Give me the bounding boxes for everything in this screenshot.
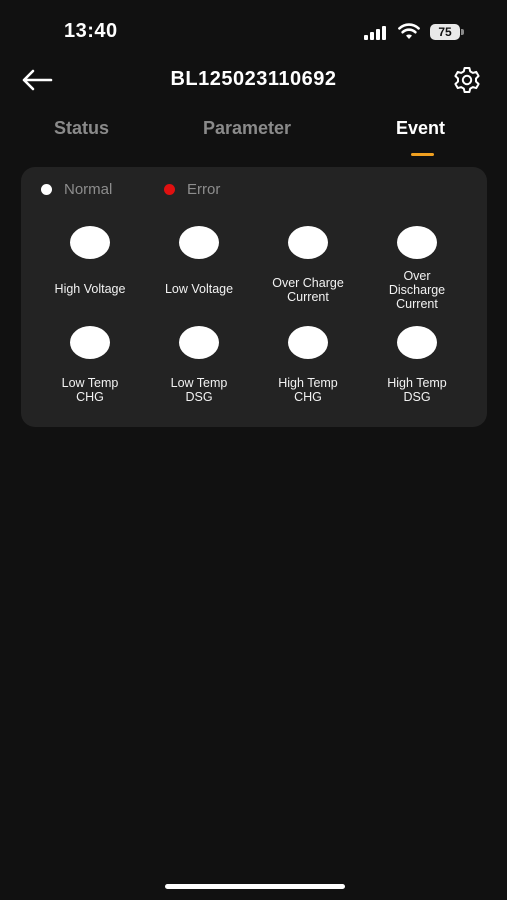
normal-dot-icon <box>41 184 52 195</box>
event-label: Over Discharge Current <box>388 269 446 311</box>
legend-normal: Normal <box>41 181 112 198</box>
home-indicator[interactable] <box>165 884 345 889</box>
legend-error: Error <box>164 181 220 198</box>
error-dot-icon <box>164 184 175 195</box>
event-low-temp-chg: Low Temp CHG <box>40 326 140 404</box>
tab-status[interactable]: Status <box>54 118 109 139</box>
event-card: Normal Error High Voltage Low Voltage Ov… <box>21 167 487 427</box>
event-label: High Temp CHG <box>278 376 338 404</box>
status-bar: 13:40 75 <box>0 0 507 60</box>
status-time: 13:40 <box>64 20 118 42</box>
gear-icon[interactable] <box>452 65 482 95</box>
status-indicator <box>397 226 437 259</box>
status-indicator <box>397 326 437 359</box>
battery-icon: 75 <box>430 24 464 40</box>
event-over-charge-current: Over Charge Current <box>258 226 358 304</box>
event-low-temp-dsg: Low Temp DSG <box>149 326 249 404</box>
tab-event[interactable]: Event <box>396 118 445 139</box>
active-tab-indicator <box>411 153 434 156</box>
legend-error-label: Error <box>187 181 221 198</box>
legend-normal-label: Normal <box>64 181 113 198</box>
event-label: Over Charge Current <box>272 276 344 304</box>
event-label: Low Temp DSG <box>170 376 228 404</box>
tab-bar: Status Parameter Event <box>0 118 507 162</box>
event-high-voltage: High Voltage <box>40 226 140 296</box>
status-indicator <box>179 226 219 259</box>
event-high-temp-dsg: High Temp DSG <box>367 326 467 404</box>
event-low-voltage: Low Voltage <box>149 226 249 296</box>
battery-level: 75 <box>430 24 460 40</box>
status-indicator <box>70 326 110 359</box>
tab-parameter[interactable]: Parameter <box>203 118 291 139</box>
cellular-signal-icon <box>364 26 390 40</box>
header: BL125023110692 <box>0 58 507 102</box>
event-high-temp-chg: High Temp CHG <box>258 326 358 404</box>
status-indicator <box>288 226 328 259</box>
event-label: High Voltage <box>54 282 126 296</box>
status-indicator <box>179 326 219 359</box>
event-label: High Temp DSG <box>387 376 447 404</box>
event-label: Low Voltage <box>164 282 234 296</box>
status-indicator <box>288 326 328 359</box>
screen: 13:40 75 BL125023110692 Status Parameter… <box>0 0 507 900</box>
event-label: Low Temp CHG <box>61 376 119 404</box>
status-indicator <box>70 226 110 259</box>
event-over-discharge-current: Over Discharge Current <box>367 226 467 311</box>
page-title: BL125023110692 <box>170 68 337 90</box>
wifi-icon <box>398 23 420 39</box>
